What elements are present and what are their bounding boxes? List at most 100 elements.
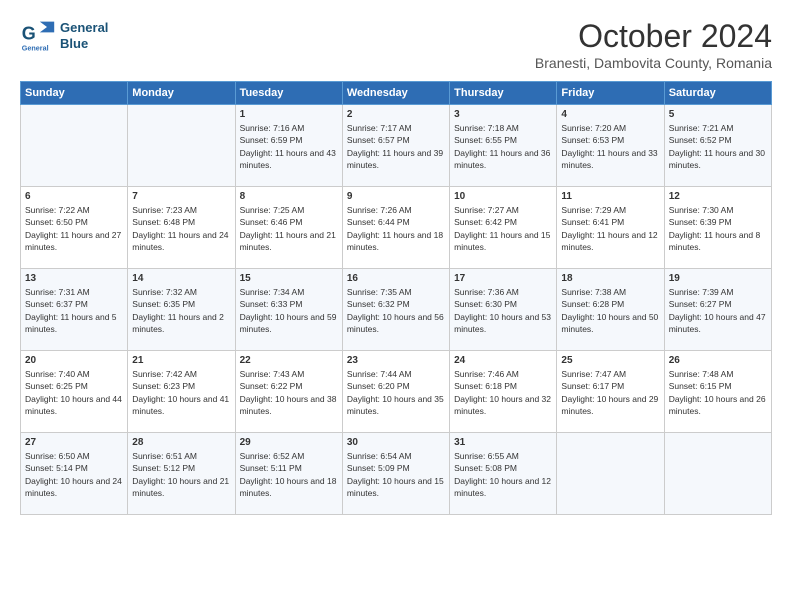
calendar-cell: 10Sunrise: 7:27 AM Sunset: 6:42 PM Dayli… [450,187,557,269]
calendar-cell: 29 Sunrise: 6:52 AM Sunset: 5:11 PM Dayli… [235,433,342,515]
calendar-week-row: 27 Sunrise: 6:50 AM Sunset: 5:14 PM Dayli… [21,433,772,515]
day-number: 9 [347,191,445,202]
day-number: 16 [347,273,445,284]
day-info: Sunrise: 7:18 AM Sunset: 6:55 PM Dayligh… [454,122,552,171]
calendar-cell: 11 Sunrise: 7:29 AM Sunset: 6:41 PM Dayli… [557,187,664,269]
calendar-cell: 31Sunrise: 6:55 AM Sunset: 5:08 PM Dayli… [450,433,557,515]
header: G General General Blue October 2024 Bran… [20,18,772,71]
weekday-header-wednesday: Wednesday [342,82,449,105]
day-number: 19 [669,273,767,284]
day-info: Sunrise: 7:44 AM Sunset: 6:20 PM Dayligh… [347,368,445,417]
calendar-cell: 15Sunrise: 7:34 AM Sunset: 6:33 PM Dayli… [235,269,342,351]
day-number: 14 [132,273,230,284]
day-info: Sunrise: 7:39 AM Sunset: 6:27 PM Dayligh… [669,286,767,335]
calendar-cell: 9 Sunrise: 7:26 AM Sunset: 6:44 PM Daylig… [342,187,449,269]
calendar-cell: 21Sunrise: 7:42 AM Sunset: 6:23 PM Dayli… [128,351,235,433]
weekday-header-row: SundayMondayTuesdayWednesdayThursdayFrid… [21,82,772,105]
svg-text:General: General [22,43,49,52]
calendar-cell: 14 Sunrise: 7:32 AM Sunset: 6:35 PM Dayli… [128,269,235,351]
calendar-cell: 22 Sunrise: 7:43 AM Sunset: 6:22 PM Dayli… [235,351,342,433]
calendar-cell: 13 Sunrise: 7:31 AM Sunset: 6:37 PM Dayli… [21,269,128,351]
svg-text:G: G [22,24,36,44]
logo-icon: G General [20,18,56,54]
calendar-cell: 17Sunrise: 7:36 AM Sunset: 6:30 PM Dayli… [450,269,557,351]
weekday-header-tuesday: Tuesday [235,82,342,105]
day-number: 11 [561,191,659,202]
day-number: 30 [347,437,445,448]
day-number: 7 [132,191,230,202]
day-number: 17 [454,273,552,284]
day-number: 5 [669,109,767,120]
day-number: 12 [669,191,767,202]
day-info: Sunrise: 6:51 AM Sunset: 5:12 PM Dayligh… [132,450,230,499]
calendar-cell: 26Sunrise: 7:48 AM Sunset: 6:15 PM Dayli… [664,351,771,433]
day-info: Sunrise: 7:47 AM Sunset: 6:17 PM Dayligh… [561,368,659,417]
calendar-table: SundayMondayTuesdayWednesdayThursdayFrid… [20,81,772,515]
location-subtitle: Branesti, Dambovita County, Romania [535,55,772,71]
day-number: 21 [132,355,230,366]
day-number: 24 [454,355,552,366]
calendar-cell: 19 Sunrise: 7:39 AM Sunset: 6:27 PM Dayli… [664,269,771,351]
logo: G General General Blue [20,18,108,54]
calendar-cell: 1 Sunrise: 7:16 AM Sunset: 6:59 PM Daylig… [235,105,342,187]
day-info: Sunrise: 7:22 AM Sunset: 6:50 PM Dayligh… [25,204,123,253]
day-number: 13 [25,273,123,284]
day-info: Sunrise: 7:43 AM Sunset: 6:22 PM Dayligh… [240,368,338,417]
weekday-header-sunday: Sunday [21,82,128,105]
day-info: Sunrise: 7:23 AM Sunset: 6:48 PM Dayligh… [132,204,230,253]
calendar-week-row: 6Sunrise: 7:22 AM Sunset: 6:50 PM Daylig… [21,187,772,269]
day-info: Sunrise: 7:17 AM Sunset: 6:57 PM Dayligh… [347,122,445,171]
day-info: Sunrise: 7:25 AM Sunset: 6:46 PM Dayligh… [240,204,338,253]
day-info: Sunrise: 6:55 AM Sunset: 5:08 PM Dayligh… [454,450,552,499]
day-number: 8 [240,191,338,202]
calendar-cell [557,433,664,515]
day-number: 27 [25,437,123,448]
day-info: Sunrise: 7:29 AM Sunset: 6:41 PM Dayligh… [561,204,659,253]
weekday-header-saturday: Saturday [664,82,771,105]
day-number: 26 [669,355,767,366]
day-number: 29 [240,437,338,448]
day-info: Sunrise: 7:32 AM Sunset: 6:35 PM Dayligh… [132,286,230,335]
day-info: Sunrise: 6:54 AM Sunset: 5:09 PM Dayligh… [347,450,445,499]
day-number: 28 [132,437,230,448]
day-info: Sunrise: 7:35 AM Sunset: 6:32 PM Dayligh… [347,286,445,335]
calendar-cell: 16 Sunrise: 7:35 AM Sunset: 6:32 PM Dayli… [342,269,449,351]
calendar-cell: 25 Sunrise: 7:47 AM Sunset: 6:17 PM Dayli… [557,351,664,433]
day-info: Sunrise: 7:31 AM Sunset: 6:37 PM Dayligh… [25,286,123,335]
day-number: 4 [561,109,659,120]
calendar-week-row: 13 Sunrise: 7:31 AM Sunset: 6:37 PM Dayli… [21,269,772,351]
day-info: Sunrise: 6:52 AM Sunset: 5:11 PM Dayligh… [240,450,338,499]
weekday-header-thursday: Thursday [450,82,557,105]
calendar-cell: 12Sunrise: 7:30 AM Sunset: 6:39 PM Dayli… [664,187,771,269]
day-number: 10 [454,191,552,202]
day-info: Sunrise: 7:46 AM Sunset: 6:18 PM Dayligh… [454,368,552,417]
day-number: 1 [240,109,338,120]
calendar-header: SundayMondayTuesdayWednesdayThursdayFrid… [21,82,772,105]
day-number: 3 [454,109,552,120]
day-info: Sunrise: 7:20 AM Sunset: 6:53 PM Dayligh… [561,122,659,171]
weekday-header-monday: Monday [128,82,235,105]
weekday-header-friday: Friday [557,82,664,105]
calendar-cell: 28 Sunrise: 6:51 AM Sunset: 5:12 PM Dayli… [128,433,235,515]
calendar-cell: 24 Sunrise: 7:46 AM Sunset: 6:18 PM Dayli… [450,351,557,433]
calendar-cell: 7 Sunrise: 7:23 AM Sunset: 6:48 PM Daylig… [128,187,235,269]
day-number: 22 [240,355,338,366]
day-info: Sunrise: 7:38 AM Sunset: 6:28 PM Dayligh… [561,286,659,335]
calendar-cell: 3 Sunrise: 7:18 AM Sunset: 6:55 PM Daylig… [450,105,557,187]
day-info: Sunrise: 6:50 AM Sunset: 5:14 PM Dayligh… [25,450,123,499]
day-info: Sunrise: 7:21 AM Sunset: 6:52 PM Dayligh… [669,122,767,171]
day-info: Sunrise: 7:16 AM Sunset: 6:59 PM Dayligh… [240,122,338,171]
day-info: Sunrise: 7:34 AM Sunset: 6:33 PM Dayligh… [240,286,338,335]
calendar-cell [128,105,235,187]
day-number: 18 [561,273,659,284]
calendar-cell: 27 Sunrise: 6:50 AM Sunset: 5:14 PM Dayli… [21,433,128,515]
calendar-week-row: 20Sunrise: 7:40 AM Sunset: 6:25 PM Dayli… [21,351,772,433]
calendar-cell: 20Sunrise: 7:40 AM Sunset: 6:25 PM Dayli… [21,351,128,433]
day-number: 2 [347,109,445,120]
calendar-cell: 23Sunrise: 7:44 AM Sunset: 6:20 PM Dayli… [342,351,449,433]
day-info: Sunrise: 7:26 AM Sunset: 6:44 PM Dayligh… [347,204,445,253]
calendar-cell: 5 Sunrise: 7:21 AM Sunset: 6:52 PM Daylig… [664,105,771,187]
day-number: 25 [561,355,659,366]
calendar-cell: 4 Sunrise: 7:20 AM Sunset: 6:53 PM Daylig… [557,105,664,187]
page: G General General Blue October 2024 Bran… [0,0,792,525]
